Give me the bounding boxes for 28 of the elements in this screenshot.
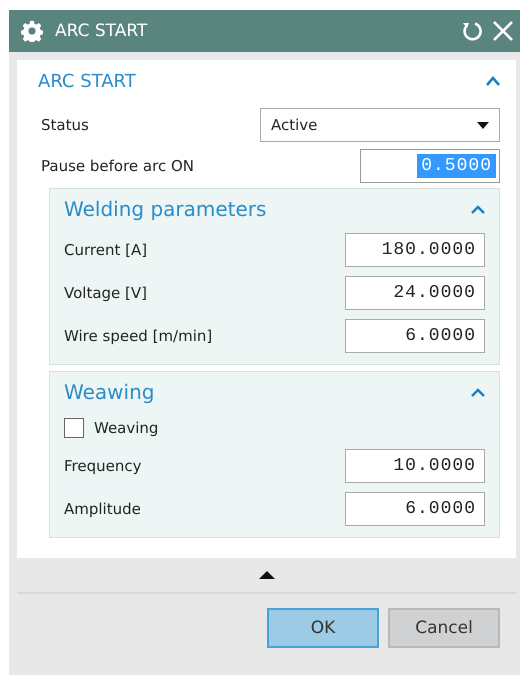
- field-label: Frequency: [64, 457, 142, 475]
- number-field[interactable]: 6.0000: [345, 319, 485, 353]
- checkbox[interactable]: [64, 418, 84, 438]
- field-label: Amplitude: [64, 500, 141, 518]
- cancel-button[interactable]: Cancel: [388, 608, 500, 648]
- collapse-icon[interactable]: [471, 388, 485, 396]
- ok-button[interactable]: OK: [267, 608, 379, 648]
- close-icon[interactable]: [492, 20, 514, 42]
- group-title: Welding parameters: [64, 197, 266, 221]
- checkbox-label: Weaving: [94, 419, 158, 437]
- collapse-icon[interactable]: [486, 76, 500, 86]
- field-label: Current [A]: [64, 241, 148, 259]
- dropdown-arrow-icon: [477, 122, 489, 128]
- field-label: Wire speed [m/min]: [64, 327, 212, 345]
- field-label: Voltage [V]: [64, 284, 147, 302]
- number-field[interactable]: 180.0000: [345, 233, 485, 267]
- group-title: Weawing: [64, 380, 154, 404]
- section-title: ARC START: [38, 70, 136, 92]
- collapse-icon[interactable]: [471, 204, 485, 214]
- field-label: Status: [41, 116, 89, 134]
- expand-icon[interactable]: [258, 571, 274, 579]
- number-field[interactable]: 10.0000: [345, 449, 485, 483]
- status-dropdown[interactable]: Active: [260, 108, 500, 142]
- settings-icon[interactable]: [21, 20, 43, 42]
- field-label: Pause before arc ON: [41, 157, 194, 175]
- number-field[interactable]: 6.0000: [345, 492, 485, 526]
- number-field[interactable]: 24.0000: [345, 276, 485, 310]
- window-title: ARC START: [55, 21, 148, 41]
